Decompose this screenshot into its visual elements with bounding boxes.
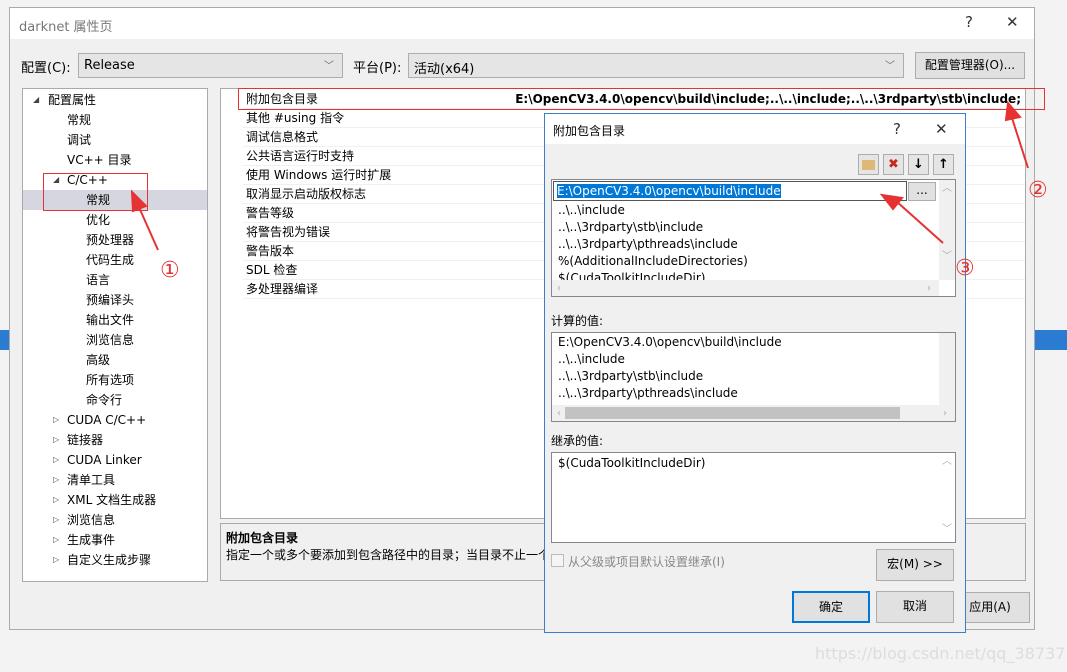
arrow-icon [1011, 117, 1029, 169]
annotation-arrows [130, 100, 1029, 251]
arrow-icon [137, 204, 159, 251]
arrow-icon [895, 200, 944, 244]
arrow-head [879, 193, 904, 211]
arrow-head [130, 189, 148, 213]
arrow-head [1004, 100, 1022, 122]
watermark: https://blog.csdn.net/qq_38737790 [815, 644, 1067, 663]
